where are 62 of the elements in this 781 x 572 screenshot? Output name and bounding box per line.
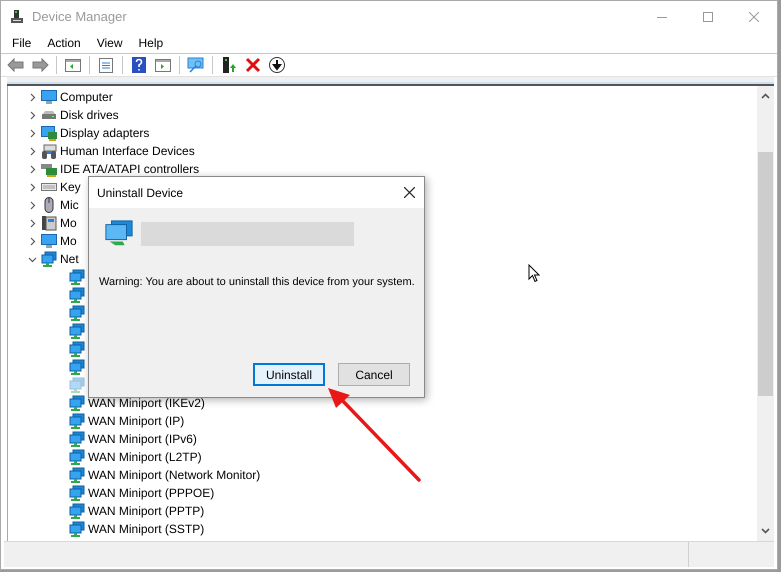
uninstall-x-icon[interactable]: [244, 56, 262, 74]
tree-item[interactable]: WAN Miniport (IPv6): [88, 430, 197, 448]
update-driver-icon[interactable]: [220, 56, 238, 74]
tree-item[interactable]: Human Interface Devices: [60, 142, 195, 160]
warning-text: Warning: You are about to uninstall this device from your system.: [98, 275, 416, 290]
expand-chevron-icon[interactable]: [28, 182, 37, 192]
keyboard-mouse-icon: [41, 143, 57, 159]
action-pane-icon[interactable]: [154, 56, 172, 74]
back-arrow-icon[interactable]: [7, 56, 25, 74]
scroll-down-icon[interactable]: [761, 528, 770, 534]
monitor-icon: [41, 233, 57, 249]
tree-item[interactable]: WAN Miniport (IP): [88, 412, 184, 430]
tree-item[interactable]: IDE ATA/ATAPI controllers: [60, 160, 200, 178]
menu-item[interactable]: View: [88, 34, 130, 52]
menu-item[interactable]: Action: [39, 34, 89, 52]
scrollbar[interactable]: [757, 86, 774, 541]
tree-item[interactable]: Mo: [60, 232, 77, 250]
network-adapter-icon: [41, 251, 57, 267]
tree-item[interactable]: WAN Miniport (L2TP): [88, 448, 202, 466]
display-adapter-icon: [41, 125, 57, 141]
expand-chevron-icon[interactable]: [28, 110, 37, 120]
scroll-thumb[interactable]: [758, 152, 773, 396]
dialog-button[interactable]: Uninstall: [253, 363, 325, 386]
help-icon[interactable]: [130, 56, 148, 74]
tree-item[interactable]: WAN Miniport (PPTP): [88, 502, 204, 520]
maximize-icon: [703, 12, 713, 22]
app-icon: [11, 10, 23, 24]
close-icon: [404, 187, 414, 198]
properties-icon[interactable]: [97, 56, 115, 74]
expand-chevron-icon[interactable]: [28, 146, 37, 156]
expand-chevron-icon[interactable]: [28, 128, 37, 138]
tree-item[interactable]: Net: [60, 250, 79, 268]
window-title: Device Manager: [32, 8, 127, 26]
tree-item[interactable]: Computer: [60, 88, 113, 106]
tree-item[interactable]: Display adapters: [60, 124, 150, 142]
console-tree-icon[interactable]: [64, 56, 82, 74]
collapse-chevron-icon[interactable]: [28, 254, 37, 264]
phone-modem-icon: [41, 215, 57, 231]
controller-card-icon: [41, 161, 57, 177]
forward-arrow-icon[interactable]: [31, 56, 49, 74]
tree-item[interactable]: WAN Miniport (SSTP): [88, 520, 204, 538]
monitor-search-icon[interactable]: [187, 56, 205, 74]
tree-item[interactable]: Key: [60, 178, 81, 196]
expand-chevron-icon[interactable]: [28, 218, 37, 228]
tree-item[interactable]: WAN Miniport (Network Monitor): [88, 466, 260, 484]
tree-item[interactable]: Mic: [60, 196, 79, 214]
dialog-button[interactable]: Cancel: [338, 363, 410, 386]
monitor-icon: [41, 89, 57, 105]
expand-chevron-icon[interactable]: [28, 236, 37, 246]
menu-item[interactable]: Help: [130, 34, 172, 52]
close-icon: [749, 12, 759, 22]
expand-chevron-icon[interactable]: [28, 92, 37, 102]
dialog-title: Uninstall Device: [97, 184, 184, 202]
tree-item[interactable]: Disk drives: [60, 106, 119, 124]
scroll-up-icon[interactable]: [761, 93, 770, 99]
tree-item[interactable]: WAN Miniport (IKEv2): [88, 394, 205, 412]
mouse-cursor-icon: [528, 264, 540, 283]
tree-item[interactable]: WAN Miniport (PPPOE): [88, 484, 214, 502]
expand-chevron-icon[interactable]: [28, 200, 37, 210]
expand-chevron-icon[interactable]: [28, 164, 37, 174]
menu-item[interactable]: File: [4, 34, 40, 52]
tree-item[interactable]: Mo: [60, 214, 77, 232]
